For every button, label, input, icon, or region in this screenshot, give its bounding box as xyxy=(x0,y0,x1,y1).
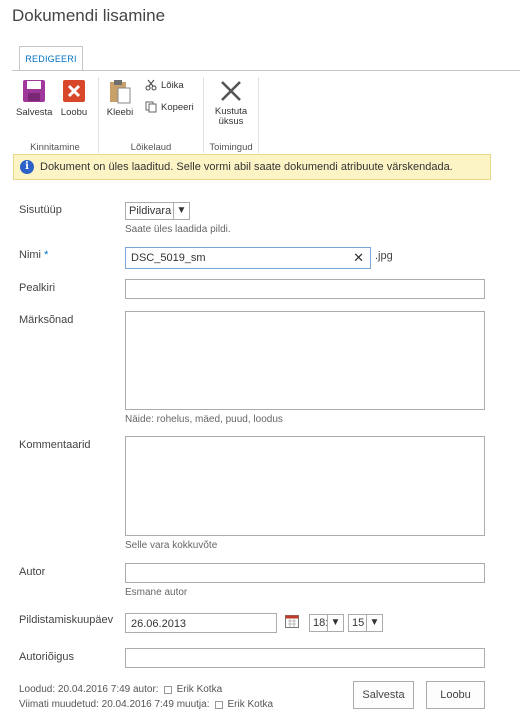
hour-value: 18: xyxy=(313,617,329,629)
ribbon-delete-button[interactable]: Kustuta üksus xyxy=(210,79,252,127)
group-label-toimingud: Toimingud xyxy=(209,142,253,153)
ribbon-cancel-button[interactable]: Loobu xyxy=(58,79,90,118)
modified-info: Viimati muudetud: 20.04.2016 7:49 muutja… xyxy=(19,699,273,710)
presence-icon xyxy=(163,685,172,694)
author-label: Autor xyxy=(19,566,46,578)
minute-select[interactable]: 15 ▼ xyxy=(348,614,383,632)
page-title: Dokumendi lisamine xyxy=(12,6,166,25)
cut-label: Lõika xyxy=(161,79,184,91)
content-type-value: Pildivara xyxy=(129,205,172,217)
hour-select[interactable]: 18: ▼ xyxy=(309,614,344,632)
created-text: Loodud: 20.04.2016 7:49 autor: xyxy=(19,684,159,695)
name-label: Nimi * xyxy=(19,249,48,261)
modified-user[interactable]: Erik Kotka xyxy=(228,699,274,710)
group-label-kinnitamine: Kinnitamine xyxy=(30,142,80,153)
clear-icon[interactable]: ✕ xyxy=(353,250,364,266)
paste-icon xyxy=(108,79,132,104)
created-info: Loodud: 20.04.2016 7:49 autor: Erik Kotk… xyxy=(19,684,222,695)
created-user[interactable]: Erik Kotka xyxy=(177,684,223,695)
cancel-label: Loobu xyxy=(60,107,88,118)
modified-text: Viimati muudetud: 20.04.2016 7:49 muutja… xyxy=(19,699,210,710)
scissors-icon xyxy=(145,79,157,91)
title-input[interactable] xyxy=(125,279,485,299)
copyright-input[interactable] xyxy=(125,648,485,668)
date-input[interactable]: 26.06.2013 xyxy=(125,613,277,633)
required-marker: * xyxy=(44,249,49,261)
ribbon-group-toimingud: Kustuta üksus Toimingud xyxy=(204,75,258,153)
ribbon-group-loikelaud: Kleebi Lõika Kopeeri Lõikelaud xyxy=(99,75,203,154)
copyright-label: Autoriõigus xyxy=(19,651,75,663)
keywords-textarea[interactable] xyxy=(125,311,485,410)
save-icon xyxy=(22,79,46,103)
keywords-hint: Näide: rohelus, mäed, puud, loodus xyxy=(125,414,283,425)
ribbon-save-button[interactable]: Salvesta xyxy=(16,79,52,118)
name-extension: .jpg xyxy=(375,250,393,262)
delete-x-icon xyxy=(219,79,243,103)
info-banner: i Dokument on üles laaditud. Selle vormi… xyxy=(13,154,491,180)
presence-icon xyxy=(214,700,223,709)
author-hint: Esmane autor xyxy=(125,587,188,598)
ribbon-divider xyxy=(258,77,259,153)
delete-label-2: üksus xyxy=(218,116,244,127)
ribbon-paste-button[interactable]: Kleebi xyxy=(105,79,135,118)
content-type-label: Sisutüüp xyxy=(19,204,62,216)
cancel-icon xyxy=(62,79,86,103)
comments-label: Kommentaarid xyxy=(19,439,91,451)
chevron-down-icon: ▼ xyxy=(173,203,189,219)
chevron-down-icon: ▼ xyxy=(366,615,382,631)
save-label: Salvesta xyxy=(16,107,53,118)
ribbon-cut-button[interactable]: Lõika xyxy=(145,79,184,91)
content-type-hint: Saate üles laadida pildi. xyxy=(125,224,231,235)
save-button[interactable]: Salvesta xyxy=(353,681,414,709)
copy-icon xyxy=(145,101,157,113)
comments-textarea[interactable] xyxy=(125,436,485,536)
calendar-icon[interactable] xyxy=(285,614,299,628)
ribbon: Salvesta Loobu Kinnitamine Kleebi Lõika … xyxy=(12,70,520,154)
keywords-label: Märksõnad xyxy=(19,314,74,326)
cancel-button[interactable]: Loobu xyxy=(426,681,485,709)
ribbon-copy-button[interactable]: Kopeeri xyxy=(145,101,194,113)
date-value: 26.06.2013 xyxy=(131,618,187,630)
name-label-text: Nimi xyxy=(19,249,41,261)
author-input[interactable] xyxy=(125,563,485,583)
content-type-select[interactable]: Pildivara ▼ xyxy=(125,202,190,220)
paste-label: Kleebi xyxy=(106,107,134,118)
date-label: Pildistamiskuupäev xyxy=(19,614,114,626)
chevron-down-icon: ▼ xyxy=(327,615,343,631)
info-text: Dokument on üles laaditud. Selle vormi a… xyxy=(40,161,453,173)
name-value: DSC_5019_sm xyxy=(131,252,206,264)
name-input[interactable]: DSC_5019_sm ✕ xyxy=(125,247,371,269)
info-icon: i xyxy=(20,160,34,174)
minute-value: 15 xyxy=(352,617,365,629)
title-label: Pealkiri xyxy=(19,282,56,294)
group-label-loikelaud: Lõikelaud xyxy=(130,142,172,153)
copy-label: Kopeeri xyxy=(161,101,194,113)
tab-redigeeri[interactable]: REDIGEERI xyxy=(19,46,83,71)
ribbon-group-kinnitamine: Salvesta Loobu Kinnitamine xyxy=(12,75,98,153)
comments-hint: Selle vara kokkuvõte xyxy=(125,540,218,551)
